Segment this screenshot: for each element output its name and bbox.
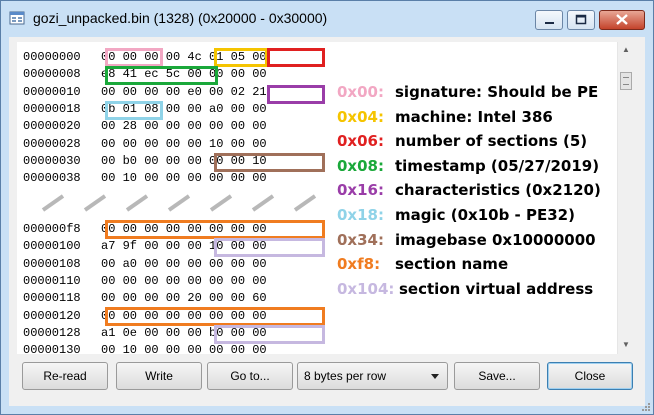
hex-row-offset: 00000118 (23, 291, 81, 306)
legend-description: section name (395, 255, 509, 274)
chevron-down-icon (431, 374, 439, 379)
hex-row-offset: 00000100 (23, 239, 81, 254)
legend-description: machine: Intel 386 (395, 107, 553, 126)
hex-row-bytes[interactable]: 00 00 00 00 20 00 00 60 (101, 292, 267, 305)
legend-offset: 0x104: (337, 279, 395, 298)
scrollbar-thumb[interactable] (620, 72, 632, 90)
hex-row-bytes[interactable]: 00 10 00 00 00 00 00 00 (101, 172, 267, 185)
legend-item: 0x00: signature: Should be PE (337, 81, 598, 103)
maximize-button[interactable] (567, 10, 595, 30)
legend-offset: 0x16: (337, 181, 384, 200)
hex-row-offset: 00000110 (23, 273, 81, 288)
hex-row-offset: 000000f8 (23, 222, 81, 236)
hex-row-offset: 00000018 (23, 101, 81, 116)
memory-icon (9, 11, 25, 25)
write-button[interactable]: Write (116, 362, 202, 390)
hex-view[interactable]: 00000000 00 00 00 00 4c 01 05 00 00000008 e… (17, 42, 617, 354)
legend-offset: 0xf8: (337, 255, 381, 274)
legend-item: 0x16: characteristics (0x2120) (337, 179, 601, 201)
maximize-icon (575, 14, 587, 25)
reread-button[interactable]: Re-read (22, 362, 108, 390)
legend-description: section virtual address (399, 279, 594, 298)
legend-item: 0xf8: section name (337, 253, 508, 275)
skipped-rows-separator (41, 194, 317, 212)
scroll-down-icon[interactable]: ▼ (622, 340, 630, 349)
vertical-scrollbar[interactable]: ▲ ▼ (617, 42, 635, 354)
hex-row-bytes[interactable]: 00 10 00 00 00 00 00 00 (101, 344, 267, 354)
hex-row-offset: 00000010 (23, 84, 81, 99)
legend-description: timestamp (05/27/2019) (395, 156, 600, 175)
highlight-section-name-2 (105, 307, 325, 326)
legend-description: signature: Should be PE (395, 83, 599, 101)
hex-row[interactable]: 00000130 00 10 00 00 00 00 00 00 (23, 344, 267, 354)
hex-row-offset: 00000000 (23, 50, 81, 64)
minimize-button[interactable] (535, 10, 563, 30)
legend-item: 0x08: timestamp (05/27/2019) (337, 155, 599, 177)
hex-row-bytes[interactable]: 00 00 00 00 00 00 00 00 (101, 274, 267, 288)
highlight-virtual-address-2 (214, 325, 325, 344)
legend-offset: 0x34: (337, 230, 384, 249)
legend-item: 0x34: imagebase 0x10000000 (337, 229, 596, 251)
save-button[interactable]: Save... (454, 362, 540, 390)
hex-row-offset: 00000120 (23, 308, 81, 323)
hex-row[interactable]: 00000010 00 00 00 00 e0 00 02 21 (23, 84, 267, 99)
resize-grip-icon[interactable] (641, 402, 651, 412)
goto-button[interactable]: Go to... (207, 362, 293, 390)
legend-description: imagebase 0x10000000 (395, 230, 596, 249)
highlight-virtual-address-1 (214, 238, 325, 257)
hex-row-offset: 00000028 (23, 136, 81, 151)
legend-description: characteristics (0x2120) (395, 181, 601, 200)
highlight-signature (105, 48, 163, 67)
hex-row[interactable]: 00000038 00 10 00 00 00 00 00 00 (23, 172, 267, 185)
window-title: gozi_unpacked.bin (1328) (0x20000 - 0x30… (33, 10, 328, 26)
hex-row-offset: 00000030 (23, 153, 81, 168)
legend-item: 0x18: magic (0x10b - PE32) (337, 204, 575, 226)
hex-row-offset: 00000038 (23, 171, 81, 186)
legend-item: 0x04: machine: Intel 386 (337, 106, 553, 128)
highlight-section-name-1 (105, 220, 325, 239)
hex-row-offset: 00000128 (23, 325, 81, 340)
legend-offset: 0x08: (337, 156, 384, 175)
bytes-per-row-value: 8 bytes per row (304, 369, 387, 383)
hex-row[interactable]: 00000028 00 00 00 00 00 10 00 00 (23, 136, 267, 151)
highlight-section-count (267, 48, 325, 67)
scroll-up-icon[interactable]: ▲ (622, 45, 630, 54)
hex-row-bytes[interactable]: 00 00 00 00 e0 00 02 21 (101, 85, 267, 99)
highlight-characteristics (267, 85, 325, 104)
legend-item: 0x104: section virtual address (337, 278, 593, 300)
hex-row-offset: 00000008 (23, 67, 81, 82)
hex-row-bytes[interactable]: 00 28 00 00 00 00 00 00 (101, 120, 267, 133)
hex-row-bytes[interactable]: 00 00 00 00 00 10 00 00 (101, 137, 267, 151)
legend-item: 0x06: number of sections (5) (337, 130, 587, 152)
legend-offset: 0x00: (337, 83, 384, 101)
highlight-imagebase (214, 153, 325, 172)
legend-offset: 0x18: (337, 206, 384, 224)
legend-offset: 0x06: (337, 132, 384, 151)
close-icon (616, 14, 628, 25)
legend-offset: 0x04: (337, 107, 384, 126)
hex-row-offset: 00000020 (23, 119, 81, 134)
minimize-icon (545, 22, 554, 24)
highlight-machine (214, 48, 268, 67)
hex-row[interactable]: 00000108 00 a0 00 00 00 00 00 00 (23, 256, 267, 271)
hex-row[interactable]: 00000110 00 00 00 00 00 00 00 00 (23, 273, 267, 288)
highlight-magic (105, 101, 163, 120)
hex-row-offset: 00000130 (23, 343, 81, 354)
bytes-per-row-select[interactable]: 8 bytes per row (297, 362, 448, 390)
highlight-timestamp (105, 66, 218, 85)
client-area: 00000000 00 00 00 00 4c 01 05 00 00000008 e… (9, 37, 645, 406)
hex-row[interactable]: 00000118 00 00 00 00 20 00 00 60 (23, 292, 267, 305)
hex-row-bytes[interactable]: 00 a0 00 00 00 00 00 00 (101, 257, 267, 271)
close-window-button[interactable] (599, 10, 645, 30)
hex-row-offset: 00000108 (23, 256, 81, 271)
legend-description: number of sections (5) (395, 132, 588, 151)
hex-editor-window: gozi_unpacked.bin (1328) (0x20000 - 0x30… (0, 0, 654, 415)
hex-row[interactable]: 00000020 00 28 00 00 00 00 00 00 (23, 120, 267, 133)
legend-description: magic (0x10b - PE32) (395, 206, 575, 224)
close-button[interactable]: Close (547, 362, 633, 390)
title-bar[interactable]: gozi_unpacked.bin (1328) (0x20000 - 0x30… (1, 1, 653, 35)
